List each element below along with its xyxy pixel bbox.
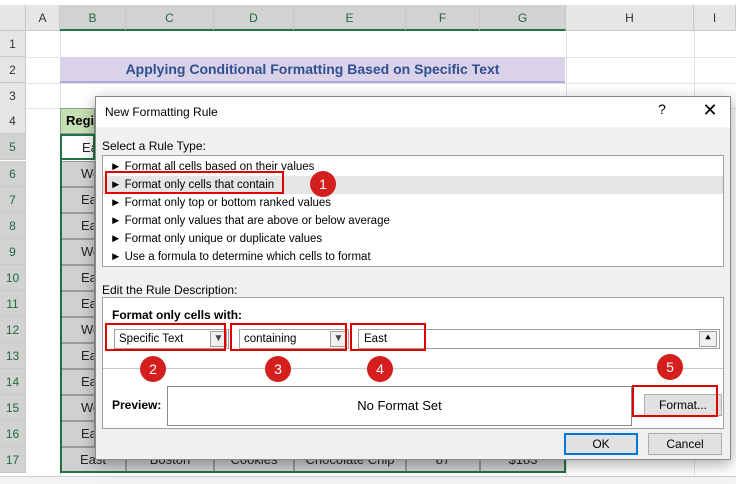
column-header-b[interactable]: B (60, 5, 126, 31)
row-header-14[interactable]: 14 (0, 369, 26, 395)
format-button[interactable]: Format... (644, 394, 722, 416)
region-cell[interactable]: Ea (60, 369, 95, 395)
condition-type-value: Specific Text (119, 333, 184, 345)
step-badge-4: 4 (367, 356, 393, 382)
help-button[interactable]: ? (652, 101, 672, 117)
row-header-8[interactable]: 8 (0, 213, 26, 239)
select-rule-type-label: Select a Rule Type: (102, 139, 206, 153)
column-header-c[interactable]: C (126, 5, 214, 31)
step-badge-1: 1 (310, 171, 336, 197)
row-header-11[interactable]: 11 (0, 291, 26, 317)
row-header-1[interactable]: 1 (0, 31, 26, 57)
edit-rule-description-label: Edit the Rule Description: (102, 283, 238, 297)
collapse-dialog-icon[interactable]: ⯅ (699, 331, 717, 347)
dialog-titlebar: New Formatting Rule ? ✕ (96, 97, 730, 127)
row-header-16[interactable]: 16 (0, 421, 26, 447)
ok-button[interactable]: OK (564, 433, 638, 455)
rule-type-item[interactable]: ► Format only unique or duplicate values (110, 230, 322, 248)
operator-dropdown[interactable]: containing ▼ (239, 329, 349, 349)
row-header-9[interactable]: 9 (0, 239, 26, 265)
row-header-13[interactable]: 13 (0, 343, 26, 369)
region-cell[interactable]: We (60, 161, 95, 187)
cancel-button[interactable]: Cancel (648, 433, 722, 455)
rule-description-panel: Format only cells with: Specific Text ▼ … (102, 297, 724, 429)
row-header-3[interactable]: 3 (0, 83, 26, 109)
step-badge-5: 5 (657, 354, 683, 380)
row-header-10[interactable]: 10 (0, 265, 26, 291)
step-badge-3: 3 (265, 356, 291, 382)
region-cell[interactable]: We (60, 317, 95, 343)
chevron-down-icon[interactable]: ▼ (210, 331, 227, 347)
rule-type-item[interactable]: ► Format all cells based on their values (110, 158, 314, 176)
new-formatting-rule-dialog: New Formatting Rule ? ✕ Select a Rule Ty… (95, 96, 731, 460)
column-header-i[interactable]: I (694, 5, 736, 31)
column-header-a[interactable]: A (26, 5, 60, 31)
format-only-cells-label: Format only cells with: (112, 308, 243, 322)
row-header-4[interactable]: 4 (0, 108, 26, 134)
sheet-title: Applying Conditional Formatting Based on… (60, 57, 565, 83)
column-header-h[interactable]: H (566, 5, 694, 31)
rule-type-item[interactable]: ► Format only values that are above or b… (110, 212, 390, 230)
region-cell[interactable]: Ea (60, 213, 95, 239)
chevron-down-icon[interactable]: ▼ (330, 331, 347, 347)
step-badge-2: 2 (140, 356, 166, 382)
sheet-tabs-bar (0, 476, 736, 484)
region-cell[interactable]: Ea (60, 134, 95, 160)
row-header-2[interactable]: 2 (0, 57, 26, 83)
divider (103, 368, 723, 369)
region-cell[interactable]: Ea (60, 187, 95, 213)
region-cell[interactable]: We (60, 395, 95, 421)
select-all-corner[interactable] (0, 5, 26, 31)
row-header-6[interactable]: 6 (0, 161, 26, 187)
row-header-12[interactable]: 12 (0, 317, 26, 343)
column-header-g[interactable]: G (480, 5, 566, 31)
region-cell[interactable]: Ea (60, 265, 95, 291)
dialog-title: New Formatting Rule (105, 105, 218, 119)
text-value-input[interactable]: East ⯅ (358, 329, 720, 349)
table-header-region[interactable]: Regi (60, 108, 95, 134)
close-icon[interactable]: ✕ (700, 100, 720, 121)
row-header-17[interactable]: 17 (0, 447, 26, 473)
column-header-d[interactable]: D (214, 5, 294, 31)
region-cell[interactable]: Ea (60, 291, 95, 317)
region-cell[interactable]: Ea (60, 343, 95, 369)
text-value: East (364, 333, 388, 345)
operator-value: containing (244, 333, 297, 345)
gridline (26, 83, 736, 84)
rule-type-item[interactable]: ► Format only top or bottom ranked value… (110, 194, 331, 212)
preview-label: Preview: (112, 398, 162, 412)
region-cell[interactable]: Ea (60, 421, 95, 447)
row-header-5[interactable]: 5 (0, 134, 26, 160)
condition-type-dropdown[interactable]: Specific Text ▼ (114, 329, 229, 349)
rule-type-item[interactable]: ► Use a formula to determine which cells… (110, 248, 371, 266)
column-header-f[interactable]: F (406, 5, 480, 31)
rule-type-list[interactable]: ► Format all cells based on their values… (102, 155, 724, 267)
rule-type-item-selected[interactable]: ► Format only cells that contain (103, 176, 723, 194)
region-cell[interactable]: We (60, 239, 95, 265)
row-header-7[interactable]: 7 (0, 187, 26, 213)
format-preview: No Format Set (167, 386, 632, 426)
column-header-e[interactable]: E (294, 5, 406, 31)
row-header-15[interactable]: 15 (0, 395, 26, 421)
